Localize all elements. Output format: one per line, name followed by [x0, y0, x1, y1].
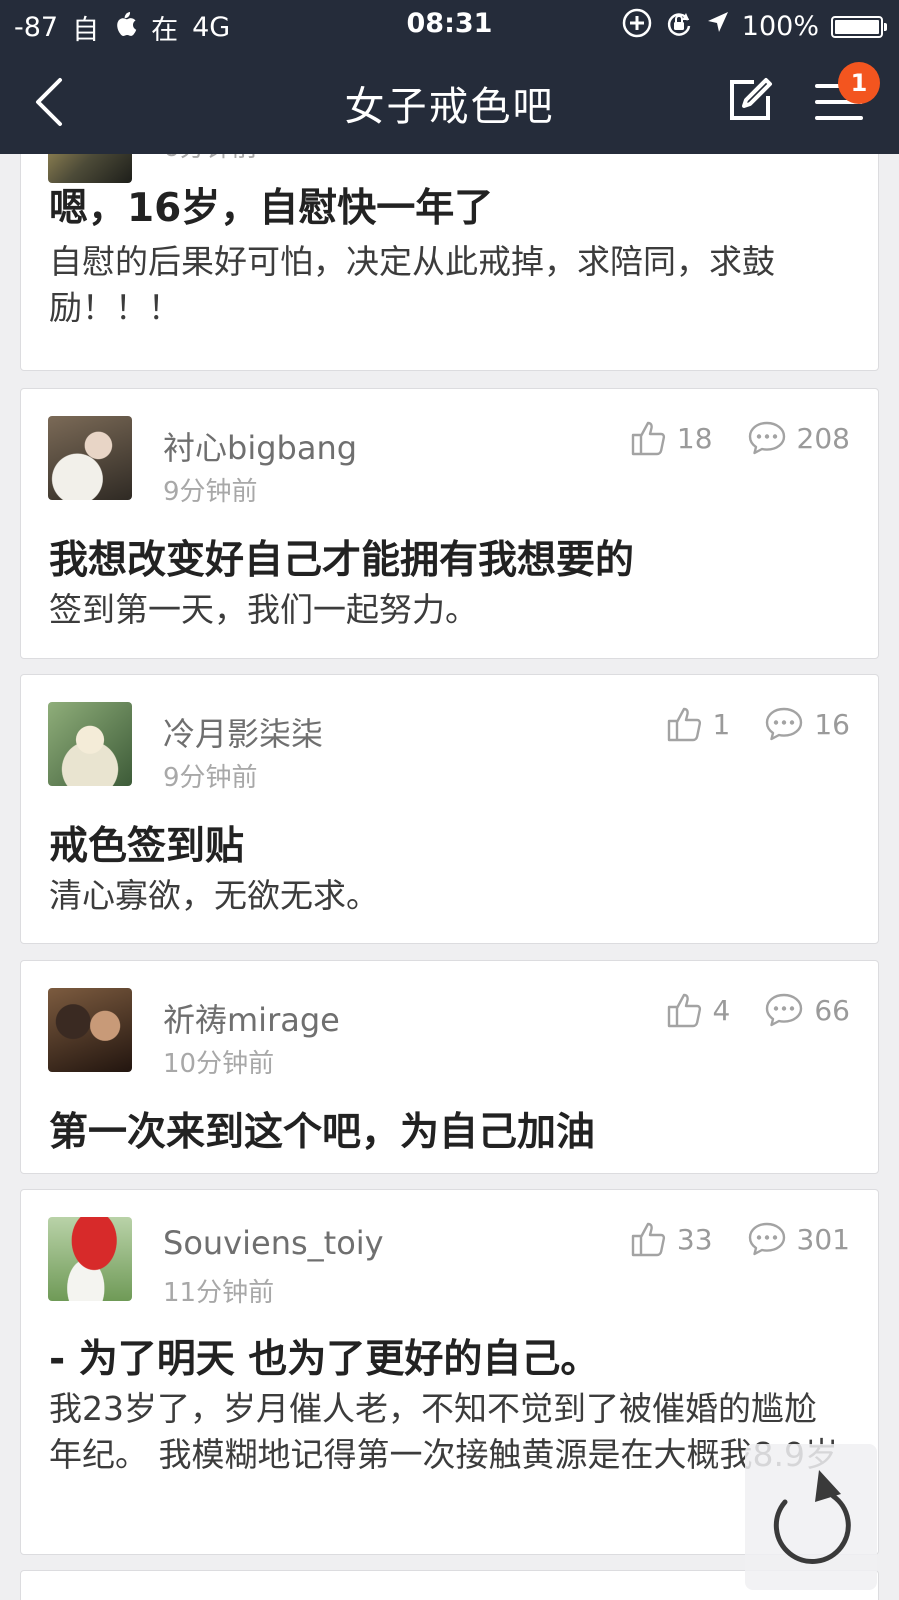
thumbs-up-icon	[631, 421, 665, 456]
post-body[interactable]: 签到第一天，我们一起努力。	[49, 587, 818, 633]
comment-count-value: 66	[814, 993, 850, 1027]
post-author[interactable]: 衬心bigbang	[163, 423, 357, 469]
post-title[interactable]: 第一次来到这个吧，为自己加油	[49, 1101, 850, 1157]
speech-bubble-icon	[766, 993, 803, 1027]
post-title[interactable]: - 为了明天 也为了更好的自己。	[49, 1328, 850, 1384]
comment-count[interactable]: 66	[764, 992, 850, 1028]
avatar[interactable]	[48, 702, 132, 786]
post-title[interactable]: 戒色签到贴	[49, 815, 850, 871]
like-count-value: 33	[676, 1222, 713, 1256]
like-count[interactable]: 18	[629, 419, 713, 457]
post-time: 10分钟前	[163, 1049, 275, 1079]
like-count-value: 4	[712, 993, 731, 1027]
battery-icon	[831, 15, 887, 38]
thumbs-up-icon	[631, 1222, 665, 1257]
like-count-value: 1	[712, 707, 731, 741]
like-count-value: 18	[676, 421, 713, 455]
status-right: 100%	[622, 8, 887, 45]
post-author[interactable]: 冷月影柒柒	[163, 709, 323, 755]
like-count[interactable]: 4	[665, 991, 731, 1029]
speech-bubble-icon	[748, 421, 785, 455]
post-body[interactable]: 我23岁了，岁月催人老，不知不觉到了被催婚的尴尬年纪。 我模糊地记得第一次接触黄…	[49, 1386, 838, 1478]
post-stats: 4 66	[665, 991, 850, 1029]
edit-icon	[730, 78, 772, 120]
avatar[interactable]	[48, 1217, 132, 1301]
battery-percent: 100%	[741, 11, 819, 42]
post-feed[interactable]: 6分钟前 嗯，16岁，自慰快一年了 自慰的后果好可怕，决定从此戒掉，求陪同，求鼓…	[0, 154, 899, 1600]
compose-button[interactable]	[726, 76, 774, 124]
post-title[interactable]: 嗯，16岁，自慰快一年了	[49, 177, 850, 233]
post-stats: 33 301	[629, 1220, 850, 1258]
like-count[interactable]: 33	[629, 1220, 713, 1258]
post-card[interactable]: 祈祷mirage 10分钟前 4 66 第一次来到这个吧，为自己加油	[20, 960, 879, 1174]
post-title[interactable]: 我想改变好自己才能拥有我想要的	[49, 529, 850, 585]
speech-bubble-icon	[748, 1222, 785, 1256]
notification-badge: 1	[838, 62, 880, 104]
thumbs-up-icon	[667, 993, 701, 1028]
status-bar: -87 自 在 4G 08:31 100%	[0, 0, 899, 50]
post-body[interactable]: 自慰的后果好可怕，决定从此戒掉，求陪同，求鼓励！！！	[49, 239, 818, 331]
comment-count-value: 301	[796, 1222, 850, 1256]
add-circle-icon	[622, 8, 652, 45]
avatar[interactable]	[48, 416, 132, 500]
thumbs-up-icon	[667, 707, 701, 742]
post-time: 9分钟前	[163, 477, 258, 507]
post-time: 11分钟前	[163, 1278, 275, 1308]
post-author[interactable]: Souviens_toiy	[163, 1224, 384, 1262]
comment-count[interactable]: 208	[747, 420, 850, 456]
location-arrow-icon	[706, 10, 730, 43]
refresh-icon	[773, 1470, 851, 1564]
post-time: 6分钟前	[163, 154, 258, 164]
speech-bubble-icon	[766, 707, 803, 741]
refresh-button[interactable]	[745, 1444, 877, 1590]
comment-count-value: 208	[796, 421, 850, 455]
comment-count-value: 16	[814, 707, 850, 741]
comment-count[interactable]: 16	[764, 706, 850, 742]
post-body[interactable]: 清心寡欲，无欲无求。	[49, 873, 818, 919]
rotation-lock-icon	[664, 8, 694, 45]
post-time: 9分钟前	[163, 763, 258, 793]
nav-bar: 女子戒色吧 1	[0, 50, 899, 154]
post-card[interactable]: 衬心bigbang 9分钟前 18 208 我想改变好自己才能拥有我想要的 签到…	[20, 388, 879, 659]
post-card[interactable]: 6分钟前 嗯，16岁，自慰快一年了 自慰的后果好可怕，决定从此戒掉，求陪同，求鼓…	[20, 154, 879, 371]
post-author[interactable]: 祈祷mirage	[163, 995, 340, 1041]
like-count[interactable]: 1	[665, 705, 731, 743]
avatar[interactable]	[48, 988, 132, 1072]
post-stats: 18 208	[629, 419, 850, 457]
comment-count[interactable]: 301	[747, 1221, 850, 1257]
post-card[interactable]: 冷月影柒柒 9分钟前 1 16 戒色签到贴 清心寡欲，无欲无求。	[20, 674, 879, 944]
post-stats: 1 16	[665, 705, 850, 743]
